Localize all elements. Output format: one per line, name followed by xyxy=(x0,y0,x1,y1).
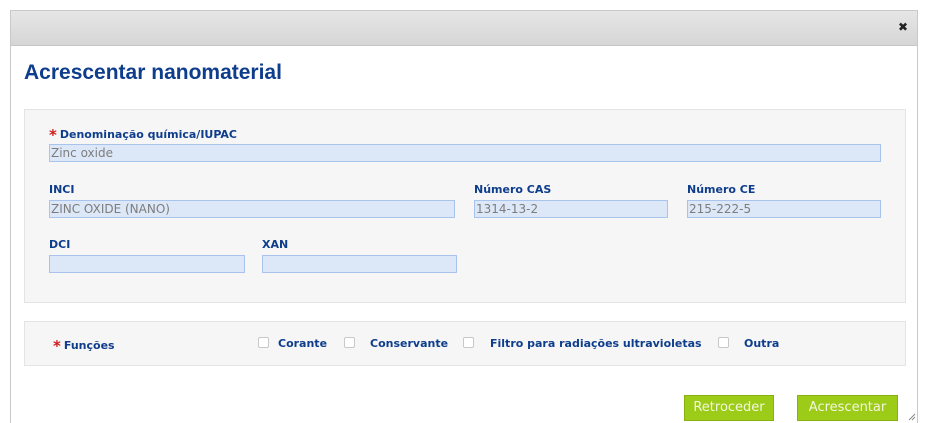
xan-field[interactable] xyxy=(262,255,457,273)
xan-label: XAN xyxy=(262,238,289,251)
dialog-title: Acrescentar nanomaterial xyxy=(24,61,282,84)
dci-field[interactable] xyxy=(49,255,245,273)
functions-panel: * Funções Corante Conservante Filtro para… xyxy=(24,321,906,366)
cas-number-label: Número CAS xyxy=(474,183,552,196)
ce-number-field[interactable]: 215-222-5 xyxy=(687,200,881,218)
close-icon[interactable]: ✖ xyxy=(895,19,911,35)
inci-label: INCI xyxy=(49,183,75,196)
identification-panel: * Denominação química/IUPAC Zinc oxide IN… xyxy=(24,109,906,303)
checkbox-conservante[interactable] xyxy=(344,337,355,348)
checkbox-outra[interactable] xyxy=(718,337,729,348)
required-marker: * xyxy=(53,337,61,355)
functions-label: * Funções xyxy=(53,337,115,355)
checkbox-corante[interactable] xyxy=(258,337,269,348)
checkbox-label-corante[interactable]: Corante xyxy=(278,337,327,350)
add-button[interactable]: Acrescentar xyxy=(797,395,898,421)
chemical-name-label: * Denominação química/IUPAC xyxy=(49,126,237,144)
resize-grip-icon[interactable] xyxy=(908,413,916,421)
chemical-name-field[interactable]: Zinc oxide xyxy=(49,144,881,162)
dci-label: DCI xyxy=(49,238,71,251)
cas-number-field[interactable]: 1314-13-2 xyxy=(474,200,668,218)
checkbox-label-uv-filter[interactable]: Filtro para radiações ultravioletas xyxy=(490,337,702,350)
inci-field[interactable]: ZINC OXIDE (NANO) xyxy=(49,200,455,218)
dialog-titlebar: ✖ xyxy=(11,11,917,46)
ce-number-label: Número CE xyxy=(687,183,756,196)
checkbox-uv-filter[interactable] xyxy=(463,337,474,348)
checkbox-label-outra[interactable]: Outra xyxy=(744,337,779,350)
required-marker: * xyxy=(49,126,57,144)
checkbox-label-conservante[interactable]: Conservante xyxy=(370,337,448,350)
back-button[interactable]: Retroceder xyxy=(684,395,774,421)
add-nanomaterial-dialog: ✖ Acrescentar nanomaterial * Denominação … xyxy=(10,10,918,423)
